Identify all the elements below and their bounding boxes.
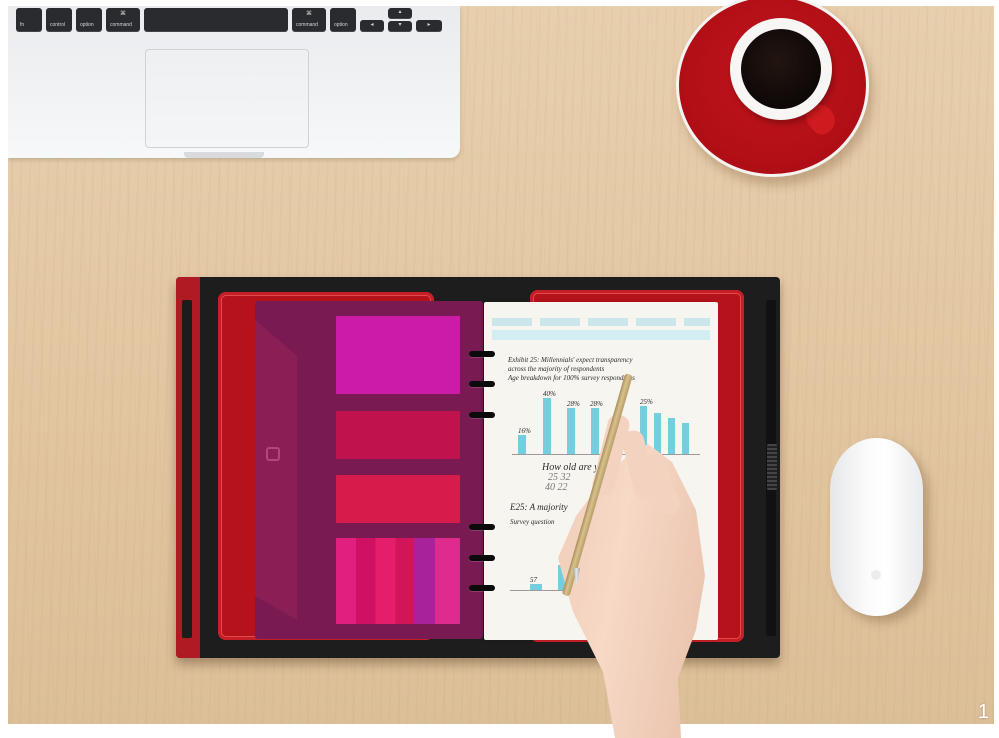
page-header-strip: [492, 318, 710, 326]
page-header-band: [492, 330, 710, 340]
coffee: [741, 29, 821, 109]
binder-ring: [469, 381, 495, 387]
key-fn: fn: [16, 8, 42, 32]
key-option-right: option: [330, 8, 356, 32]
key-arrow-up: ▴: [388, 8, 412, 19]
color-swatch-crimson: [336, 411, 460, 459]
laptop-notch: [184, 152, 264, 158]
bar-label: 28%: [590, 400, 603, 408]
bar-label: 40%: [543, 390, 556, 398]
bar-label: 28%: [567, 400, 580, 408]
sketch-bar: [543, 398, 551, 454]
arrow-left-icon: ◂: [370, 22, 374, 28]
laptop: fn control option ⌘ command ⌘ command opti…: [8, 6, 460, 158]
command-symbol-icon: ⌘: [306, 11, 312, 17]
mouse-logo-icon: [871, 570, 881, 580]
sketch-bar-b: [530, 584, 542, 590]
bar-label: 16%: [518, 427, 531, 435]
key-arrow-right: ▸: [416, 20, 442, 32]
key-control: control: [46, 8, 72, 32]
handwritten-exhibit-b-1: E25: A majority: [510, 502, 568, 512]
key-option-left: option: [76, 8, 102, 32]
trackpad: [145, 49, 309, 148]
sketch-axis-b: [510, 590, 570, 591]
arrow-right-icon: ▸: [427, 22, 431, 28]
lock-icon: [266, 447, 280, 461]
sketch-bar: [668, 418, 675, 454]
key-command-left: ⌘ command: [106, 8, 140, 32]
handwritten-heading-2: across the majority of respondents: [508, 365, 605, 373]
color-swatch-stripes: [336, 538, 460, 624]
binder-ring: [469, 524, 495, 530]
sketch-bar: [518, 435, 526, 454]
organizer-left-strap: [182, 300, 192, 638]
key-command-left-label: command: [110, 22, 132, 28]
sketch-bar: [682, 423, 689, 454]
keyboard-row: fn control option ⌘ command ⌘ command opti…: [14, 8, 448, 34]
binder-ring: [469, 585, 495, 591]
key-control-label: control: [50, 22, 66, 28]
handwritten-exhibit-b-2: Survey question: [510, 518, 555, 526]
divider-tab: [255, 320, 297, 620]
arrow-down-icon: ▾: [398, 22, 402, 28]
color-swatch-red: [336, 475, 460, 523]
color-swatch-magenta: [336, 316, 460, 394]
bar-label-b: 57: [530, 576, 537, 584]
key-option-left-label: option: [80, 22, 94, 28]
bar-label: 25%: [640, 398, 653, 406]
key-arrow-down: ▾: [388, 21, 412, 32]
sketch-bar: [654, 413, 661, 454]
command-symbol-icon: ⌘: [120, 11, 126, 17]
page-number: 1: [977, 701, 989, 723]
computer-mouse: [830, 438, 923, 616]
key-option-right-label: option: [334, 22, 348, 28]
key-fn-label: fn: [20, 22, 25, 28]
key-spacebar: [144, 8, 288, 32]
handwritten-heading-1: Exhibit 25: Millennials' expect transpar…: [508, 356, 633, 364]
binder-ring: [469, 351, 495, 357]
handwritten-heading-3: Age breakdown for 100% survey respondent…: [508, 374, 635, 382]
binder-ring: [469, 555, 495, 561]
binder-ring: [469, 412, 495, 418]
handwritten-note-3: 40 22: [545, 482, 568, 493]
arrow-up-icon: ▴: [398, 9, 402, 15]
key-arrow-left: ◂: [360, 20, 384, 32]
sketch-bar: [567, 408, 575, 454]
sketch-bar: [591, 408, 599, 454]
organizer-latch: [767, 444, 777, 490]
key-command-right-label: command: [296, 22, 318, 28]
key-command-right: ⌘ command: [292, 8, 326, 32]
